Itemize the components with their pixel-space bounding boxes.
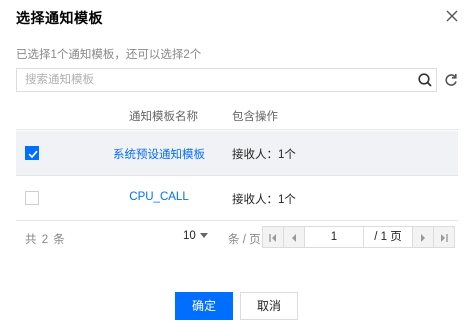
per-page-label: 条 / 页	[228, 234, 261, 246]
selection-hint: 已选择1个通知模板，还可以选择2个	[16, 49, 202, 61]
search-input[interactable]	[17, 69, 412, 91]
first-page-button[interactable]	[262, 226, 284, 248]
last-page-icon	[441, 234, 448, 242]
column-header-operations: 包含操作	[232, 111, 278, 123]
caret-down-icon	[199, 233, 208, 239]
template-operations: 接收人：1个	[232, 149, 296, 161]
page-size-value: 10	[183, 230, 196, 242]
next-page-button[interactable]	[412, 226, 434, 248]
column-header-template-name: 通知模板名称	[129, 111, 198, 123]
checkmark-icon	[28, 150, 38, 159]
first-page-icon	[269, 234, 276, 242]
row-checkbox-checked[interactable]	[25, 146, 39, 160]
dialog-title: 选择通知模板	[16, 10, 103, 26]
next-page-icon	[421, 234, 425, 242]
total-pages: / 1 页	[364, 226, 412, 248]
refresh-icon	[445, 74, 457, 86]
close-button[interactable]	[444, 8, 460, 24]
cancel-button[interactable]: 取消	[240, 292, 298, 320]
table-row[interactable]: CPU_CALL 接收人：1个	[16, 176, 458, 221]
last-page-button[interactable]	[433, 226, 455, 248]
confirm-button[interactable]: 确定	[175, 292, 233, 320]
pagination: 共 2 条 10 条 / 页 / 1 页	[16, 222, 458, 252]
template-name-link[interactable]: 系统预设通知模板	[76, 146, 242, 162]
page-number-input[interactable]	[304, 226, 364, 248]
close-icon	[446, 10, 458, 22]
refresh-button[interactable]	[443, 72, 459, 88]
row-checkbox[interactable]	[25, 191, 39, 205]
search-box	[16, 68, 437, 92]
search-button[interactable]	[417, 72, 433, 88]
select-template-dialog: 选择通知模板 已选择1个通知模板，还可以选择2个 通知模板名称 包含操作	[0, 0, 474, 332]
template-operations: 接收人：1个	[232, 194, 296, 206]
total-count: 共 2 条	[25, 234, 66, 246]
prev-page-button[interactable]	[283, 226, 305, 248]
table-header: 通知模板名称 包含操作	[16, 100, 458, 130]
prev-page-icon	[292, 234, 296, 242]
table-row[interactable]: 系统预设通知模板 接收人：1个	[16, 131, 458, 176]
search-icon	[418, 73, 432, 87]
page-size-select[interactable]: 10	[183, 230, 208, 242]
template-name-link[interactable]: CPU_CALL	[76, 191, 242, 203]
